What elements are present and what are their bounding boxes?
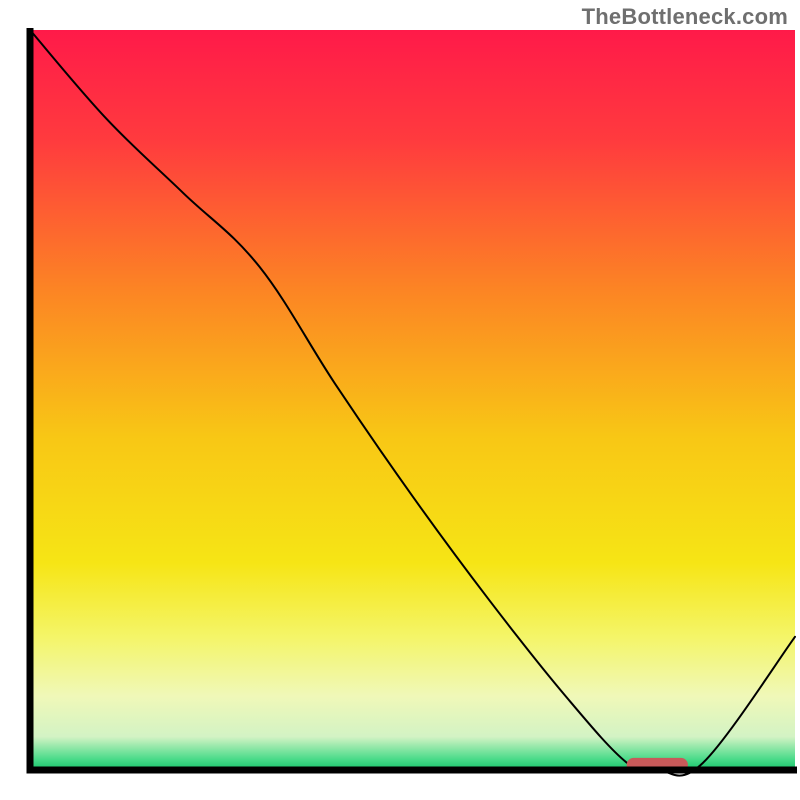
watermark-label: TheBottleneck.com [582,4,788,30]
plot-background [30,30,795,770]
bottleneck-chart: TheBottleneck.com [0,0,800,800]
chart-canvas [0,0,800,800]
